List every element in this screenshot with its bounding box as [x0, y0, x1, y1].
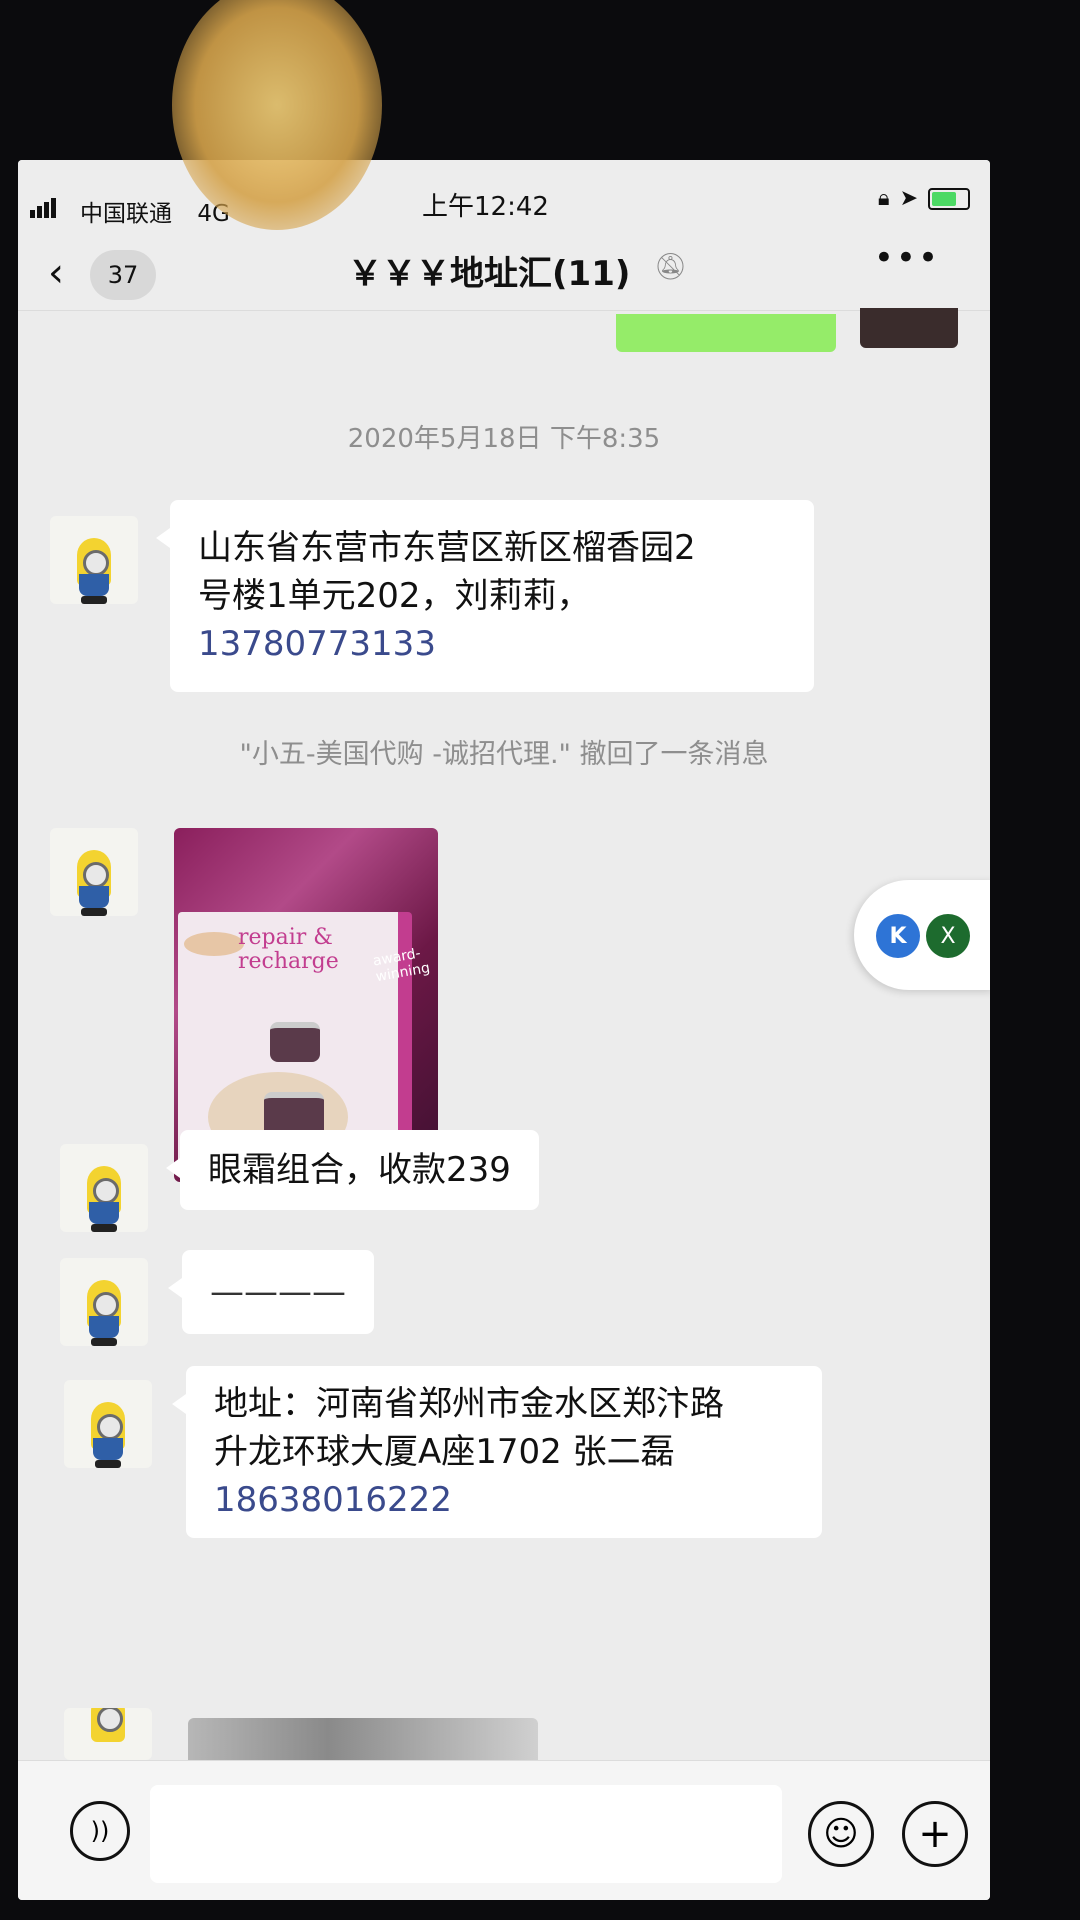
cream-jar	[270, 1022, 320, 1062]
status-bar: 中国联通 4G 上午12:42 🔒︎ ➤	[18, 160, 990, 230]
signal-icon	[30, 198, 58, 218]
message-bubble-price[interactable]: 眼霜组合，收款239	[166, 1130, 539, 1210]
chat-header: ‹ 37 ￥￥￥地址汇(11) 🔕︎ •••	[18, 230, 990, 311]
more-icon[interactable]: •••	[874, 238, 940, 278]
sender-avatar[interactable]	[64, 1708, 152, 1760]
rotation-lock-icon: 🔒︎	[877, 186, 890, 211]
mute-icon: 🔕︎	[654, 252, 688, 282]
location-icon: ➤	[899, 186, 918, 211]
sender-avatar[interactable]	[64, 1380, 152, 1468]
brand-line: recharge	[238, 949, 339, 974]
minion-avatar-icon	[91, 1708, 125, 1760]
sender-avatar[interactable]	[50, 516, 138, 604]
battery-icon	[928, 187, 970, 210]
plus-icon[interactable]: +	[902, 1801, 968, 1867]
phone-number-link[interactable]: 13780773133	[198, 620, 786, 668]
phone-screen: 中国联通 4G 上午12:42 🔒︎ ➤ ‹ 37 ￥￥￥地址汇(11) 🔕︎ …	[18, 160, 990, 1900]
brand-line: repair &	[238, 925, 333, 950]
sender-avatar[interactable]	[50, 828, 138, 916]
eye-graphic	[184, 932, 244, 956]
minion-avatar-icon	[77, 538, 111, 604]
message-bubble-divider[interactable]: ————	[168, 1250, 374, 1334]
chat-input-bar: )) ☺ +	[18, 1760, 990, 1900]
floating-app-widget[interactable]: K X	[854, 880, 990, 990]
partial-image-message[interactable]	[188, 1718, 538, 1760]
product-brand-text: repair & recharge	[238, 926, 339, 974]
minion-avatar-icon	[77, 850, 111, 916]
message-line: 升龙环球大厦A座1702 张二磊	[214, 1432, 675, 1472]
chat-timestamp: 2020年5月18日 下午8:35	[347, 424, 661, 454]
product-photo-message[interactable]: repair & recharge award-winning	[174, 828, 438, 1182]
message-line: 号楼1单元202，刘莉莉，	[198, 576, 591, 616]
sender-avatar[interactable]	[60, 1144, 148, 1232]
message-bubble-address-1[interactable]: 山东省东营市东营区新区榴香园2 号楼1单元202，刘莉莉， 1378077313…	[156, 500, 814, 692]
message-input[interactable]	[150, 1785, 782, 1883]
voice-icon[interactable]: ))	[70, 1801, 130, 1861]
emoji-icon[interactable]: ☺	[808, 1801, 874, 1867]
phone-number-link[interactable]: 18638016222	[214, 1476, 794, 1524]
message-bubble-address-2[interactable]: 地址：河南省郑州市金水区郑汴路 升龙环球大厦A座1702 张二磊 1863801…	[172, 1366, 822, 1538]
back-icon[interactable]: ‹	[48, 250, 64, 296]
chat-title: ￥￥￥地址汇(11)	[348, 254, 631, 294]
minion-avatar-icon	[87, 1280, 121, 1346]
sender-avatar[interactable]	[60, 1258, 148, 1346]
message-line: 地址：河南省郑州市金水区郑汴路	[214, 1384, 724, 1424]
minion-avatar-icon	[91, 1402, 125, 1468]
message-line: 山东省东营市东营区新区榴香园2	[198, 528, 696, 568]
status-icons: 🔒︎ ➤	[878, 186, 970, 211]
unread-count-badge[interactable]: 37	[90, 250, 156, 300]
x-app-icon[interactable]: X	[926, 914, 970, 958]
recall-notice: "小五-美国代购 -诚招代理." 撤回了一条消息	[239, 739, 769, 770]
k-app-icon[interactable]: K	[876, 914, 920, 958]
status-time: 上午12:42	[422, 192, 549, 222]
own-avatar[interactable]	[860, 308, 958, 348]
sent-message-bubble-partial[interactable]	[616, 314, 836, 352]
minion-avatar-icon	[87, 1166, 121, 1232]
carrier-name: 中国联通	[80, 201, 172, 227]
